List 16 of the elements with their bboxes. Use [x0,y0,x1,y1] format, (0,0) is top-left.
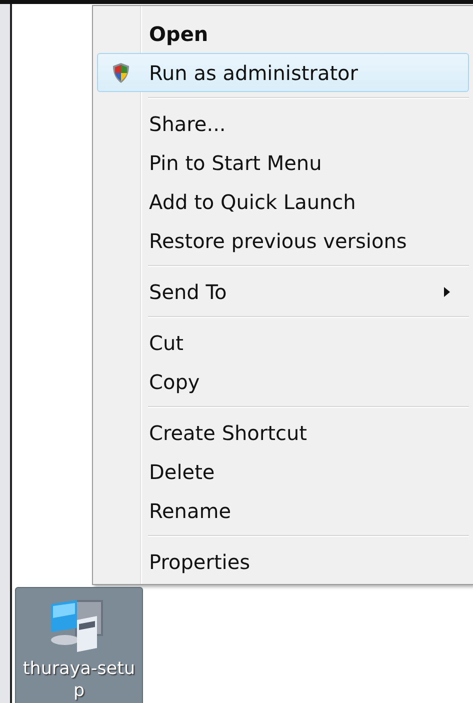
menu-item[interactable]: Share... [97,104,469,143]
submenu-arrow-icon [444,286,450,296]
menu-item[interactable]: Add to Quick Launch [97,182,469,221]
menu-item[interactable]: Create Shortcut [97,413,469,452]
menu-item[interactable]: Copy [97,362,469,401]
menu-item[interactable]: Open [97,14,469,53]
menu-item[interactable]: Run as administrator [97,53,469,92]
menu-item[interactable]: Properties [97,542,469,581]
menu-item[interactable]: Rename [97,491,469,530]
menu-item[interactable]: Restore previous versions [97,221,469,260]
menu-item[interactable]: Cut [97,323,469,362]
shield-icon [110,62,130,84]
menu-item[interactable]: Send To [97,272,469,311]
file-name: thuraya-setup [22,658,136,702]
menu-item[interactable]: Delete [97,452,469,491]
menu-item[interactable]: Pin to Start Menu [97,143,469,182]
